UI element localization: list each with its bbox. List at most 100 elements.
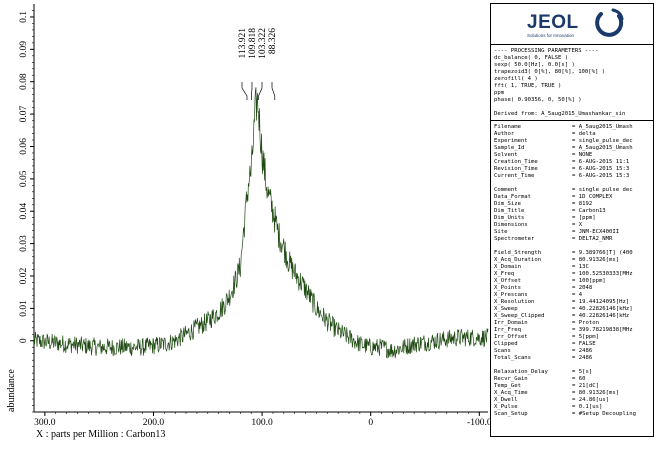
parameter-row: Dimensions = X: [494, 222, 650, 229]
parameter-value: = 80.91326[ms]: [572, 390, 620, 396]
parameter-value: = JNM-ECX400II: [572, 229, 620, 235]
parameter-key: Dimensions: [494, 222, 528, 228]
parameter-value: = 19.44124095[Hz]: [572, 299, 630, 305]
parameter-key: X_Offset: [494, 278, 521, 284]
parameter-row: [494, 243, 650, 250]
parameter-key: Sample_Id: [494, 145, 525, 151]
parameter-key: Solvent: [494, 152, 518, 158]
jeol-swoosh-icon: [595, 8, 624, 37]
parameter-key: X_Acq_Time: [494, 390, 528, 396]
parameter-row: X_Freq = 100.52530333[MHz: [494, 271, 650, 278]
processing-line: trapezoid3( 0[%], 80[%], 100[%] ): [494, 69, 606, 75]
parameter-row: Sample_Id = A_5aug2015_Umash: [494, 145, 650, 152]
x-tick-label: 300.0: [34, 418, 56, 428]
peak-leader-line: [258, 82, 263, 100]
parameter-row: X_Resolution = 19.44124095[Hz]: [494, 299, 650, 306]
x-axis-title: X : parts per Million : Carbon13: [36, 429, 165, 440]
parameter-value: = 2486: [572, 355, 593, 361]
parameter-key: Dim_Title: [494, 208, 525, 214]
parameter-value: = 100.52530333[MHz: [572, 271, 633, 277]
parameter-value: [572, 243, 650, 250]
parameter-value: = Carbon13: [572, 208, 606, 214]
parameter-key: Creation_Time: [494, 159, 538, 165]
parameter-row: Solvent = NONE: [494, 152, 650, 159]
parameter-key: Irr_Freq: [494, 327, 521, 333]
parameter-row: X_Prescans = 4: [494, 292, 650, 299]
parameter-key: X_Sweep: [494, 306, 518, 312]
processing-line: [494, 104, 650, 111]
parameter-row: X_Offset = 100[ppm]: [494, 278, 650, 285]
peak-label: 113.921: [238, 28, 248, 59]
x-axis-ticks: 300.0 200.0 100.0 0 -100.0: [34, 412, 490, 428]
parameter-row: X_Pulse = 0.1[us]: [494, 404, 650, 411]
parameter-key: Scan_Setup: [494, 411, 528, 417]
parameter-value: = A_5aug2015_Umash: [572, 145, 633, 151]
parameter-value: = 9.389766[T] (400: [572, 250, 633, 256]
spectrum-line: [33, 87, 489, 359]
y-tick-label: 0.08: [19, 73, 29, 90]
parameter-row: Filename = A_5aug2015_Umash: [494, 124, 650, 131]
parameter-row: X_Sweep_Clipped = 40.22826146[kHz: [494, 313, 650, 320]
parameter-value: = 6-AUG-2015 15:3: [572, 166, 630, 172]
parameter-key: X_Dwell: [494, 397, 518, 403]
y-tick-label: 0.05: [19, 170, 29, 187]
spectrum-trace: [33, 87, 489, 359]
processing-line: dc_balance( 0, FALSE ): [494, 55, 569, 61]
x-tick-label: -100.0: [467, 418, 490, 428]
y-tick-label: 0.04: [19, 203, 29, 220]
parameter-row: [494, 362, 650, 369]
parameter-key: Data_Format: [494, 194, 532, 200]
y-tick-label: 0.09: [19, 41, 29, 58]
parameter-value: = single pulse dec: [572, 187, 633, 193]
parameter-row: Comment = single pulse dec: [494, 187, 650, 194]
parameter-row: Scan_Setup = #Setup Decoupling: [494, 411, 650, 418]
y-tick-label: 0.02: [19, 267, 29, 284]
parameter-key: Experiment: [494, 138, 528, 144]
parameter-key: X_Acq_Duration: [494, 257, 542, 263]
parameter-value: = Proton: [572, 320, 599, 326]
parameter-key: [494, 180, 572, 187]
parameter-key: Filename: [494, 124, 521, 130]
parameter-value: = #Setup Decoupling: [572, 411, 636, 417]
parameter-value: = 5[ppm]: [572, 334, 599, 340]
parameter-key: Spectrometer: [494, 236, 535, 242]
parameter-key: X_Prescans: [494, 292, 528, 298]
parameter-value: [572, 180, 650, 187]
parameter-row: Temp_Get = 21[dC]: [494, 383, 650, 390]
parameter-row: Irr_Offset = 5[ppm]: [494, 334, 650, 341]
parameter-row: Experiment = single_pulse_dec: [494, 138, 650, 145]
parameter-key: Irr_Domain: [494, 320, 528, 326]
parameter-row: Scans = 2486: [494, 348, 650, 355]
parameter-value: = 6-AUG-2015 11:1: [572, 159, 630, 165]
parameter-key: [494, 362, 572, 369]
parameter-row: Revision_Time = 6-AUG-2015 15:3: [494, 166, 650, 173]
parameter-value: = 5[s]: [572, 369, 593, 375]
parameter-key: Comment: [494, 187, 518, 193]
parameter-key: Total_Scans: [494, 355, 532, 361]
parameter-value: = A_5aug2015_Umash: [572, 124, 633, 130]
y-tick-label: 0: [19, 338, 29, 343]
processing-line: phase( 0.90356, 0, 50[%] ): [494, 97, 582, 103]
processing-line: Derived from: A_5aug2015_Umashankar_sin: [494, 111, 626, 117]
parameter-row: Recvr_Gain = 60: [494, 376, 650, 383]
parameter-value: = 1D COMPLEX: [572, 194, 613, 200]
parameter-row: Field_Strength = 9.389766[T] (400: [494, 250, 650, 257]
processing-parameters: ---- PROCESSING PARAMETERS ---- dc_balanc…: [491, 45, 653, 121]
acquisition-parameters: Filename = A_5aug2015_Umash Author = delta E…: [491, 121, 653, 420]
parameter-value: = delta: [572, 131, 596, 137]
parameter-value: = 2486: [572, 348, 593, 354]
parameter-value: = 2048: [572, 285, 593, 291]
peak-label: 88.326: [268, 28, 278, 54]
parameter-row: Dim_Units = [ppm]: [494, 215, 650, 222]
parameter-key: X_Resolution: [494, 299, 535, 305]
x-tick-label: 100.0: [251, 418, 273, 428]
parameter-row: Relaxation_Delay = 5[s]: [494, 369, 650, 376]
parameter-key: Relaxation_Delay: [494, 369, 548, 375]
y-tick-label: 0.03: [19, 235, 29, 252]
parameter-value: = NONE: [572, 152, 593, 158]
parameter-row: Irr_Domain = Proton: [494, 320, 650, 327]
parameter-value: = 8192: [572, 201, 593, 207]
parameter-value: = FALSE: [572, 341, 596, 347]
parameter-row: [494, 180, 650, 187]
parameter-value: = 80.91326[ms]: [572, 257, 620, 263]
